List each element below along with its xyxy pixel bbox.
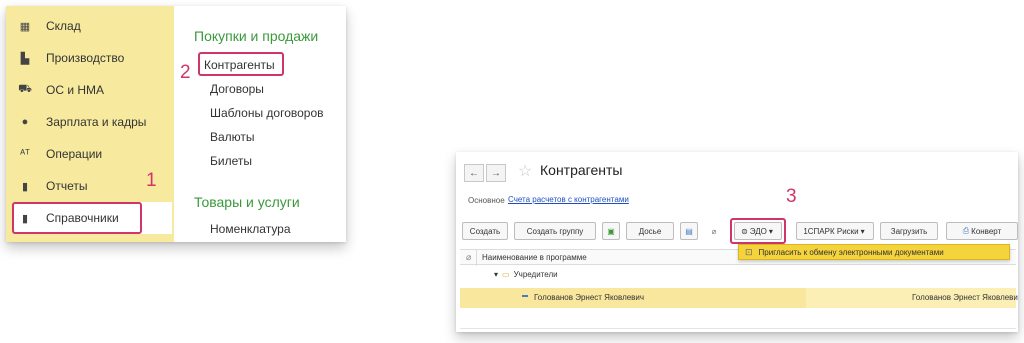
spark-risks-button-label: 1СПАРК Риски <box>803 226 859 236</box>
sidebar-item-label: Производство <box>46 51 125 65</box>
load-button-label: Загрузить <box>890 226 928 236</box>
sidebar-item-operations[interactable]: ᴬᵀ Операции <box>18 142 168 166</box>
tab-settlement-accounts[interactable]: Счета расчетов с контрагентами <box>508 195 629 204</box>
table-group-row[interactable]: ▾ ▭ Учредители <box>494 270 558 279</box>
person-icon: ● <box>21 116 29 128</box>
group-row-label: Учредители <box>513 270 558 279</box>
dropdown-item-label: Пригласить к обмену электронными докумен… <box>758 247 944 257</box>
sidebar-item-label: ОС и НМА <box>46 83 105 97</box>
printer-icon: ⎙ <box>962 226 970 235</box>
operations-icon: ᴬᵀ <box>20 148 30 160</box>
edo-dropdown-item-invite[interactable]: ⊡ Пригласить к обмену электронными докум… <box>738 244 1010 260</box>
create-button-label: Создать <box>469 226 501 236</box>
sidebar-item-label: Операции <box>46 147 103 161</box>
link-nomenclature[interactable]: Номенклатура <box>210 222 291 236</box>
group-title-purchases: Покупки и продажи <box>194 28 319 44</box>
column-header-name[interactable]: Наименование в программе <box>482 253 587 262</box>
favorite-star-icon[interactable]: ☆ <box>518 161 532 181</box>
warehouse-icon: ▦ <box>19 20 31 33</box>
expand-triangle-icon: ▾ <box>494 270 499 279</box>
row-full-name: Голованов Эрнест Яковлеви <box>912 293 1018 302</box>
counterparties-form: ← → ☆ Контрагенты Основное Счета расчето… <box>456 152 1018 332</box>
sidebar-item-production[interactable]: ▙ Производство <box>18 46 168 70</box>
edo-highlight-frame <box>730 218 786 244</box>
step-marker-3: 3 <box>786 186 797 207</box>
table-row[interactable]: Голованов Эрнест Яковлевич Голованов Эрн… <box>460 288 1018 308</box>
sidebar-item-label: Зарплата и кадры <box>46 115 147 129</box>
sidebar-item-fixed-assets[interactable]: ⛟ ОС и НМА <box>18 78 168 102</box>
column-divider <box>476 250 477 266</box>
attachment-column-icon: ⌀ <box>466 252 472 262</box>
create-group-button[interactable]: Создать группу <box>514 222 596 240</box>
truck-icon: ⛟ <box>18 83 32 95</box>
spark-risks-button[interactable]: 1СПАРК Риски ▾ <box>796 222 874 240</box>
back-button[interactable]: ← <box>464 164 484 182</box>
forward-button[interactable]: → <box>486 164 506 182</box>
group-title-goods: Товары и услуги <box>194 194 300 210</box>
page-title: Контрагенты <box>540 162 623 178</box>
sidebar-item-label: Отчеты <box>46 179 88 193</box>
create-group-button-label: Создать группу <box>526 226 584 236</box>
bar-chart-icon: ▮ <box>21 180 29 193</box>
report-button[interactable]: ▤ <box>680 222 698 240</box>
folder-icon: ▭ <box>502 270 510 279</box>
link-contracts[interactable]: Договоры <box>210 82 264 96</box>
item-marker-icon <box>522 295 528 297</box>
dossier-button[interactable]: Досье <box>626 222 674 240</box>
copy-button[interactable]: ▣ <box>602 222 620 240</box>
attach-button[interactable]: ⌀ <box>704 222 724 240</box>
copy-icon: ▣ <box>607 226 615 236</box>
section-submenu: Покупки и продажи 2 Контрагенты Договоры… <box>174 6 346 242</box>
dossier-button-label: Досье <box>638 226 662 236</box>
chevron-down-icon: ▾ <box>860 226 865 236</box>
sidebar-item-warehouse[interactable]: ▦ Склад <box>18 14 168 38</box>
sidebar-item-label: Склад <box>46 19 81 33</box>
step-marker-1: 1 <box>146 170 157 191</box>
directories-highlight-frame <box>12 202 142 234</box>
paperclip-icon: ⌀ <box>711 226 717 236</box>
link-currencies[interactable]: Валюты <box>210 130 255 144</box>
tab-main[interactable]: Основное <box>468 196 505 205</box>
arrow-right-icon: → <box>491 167 501 179</box>
link-contract-templates[interactable]: Шаблоны договоров <box>210 106 324 120</box>
row-name: Голованов Эрнест Яковлевич <box>534 293 645 302</box>
load-button[interactable]: Загрузить <box>880 222 938 240</box>
step-marker-2: 2 <box>180 62 191 83</box>
invite-icon: ⊡ <box>745 246 753 257</box>
report-icon: ▤ <box>685 226 693 236</box>
sidebar-item-salary[interactable]: ● Зарплата и кадры <box>18 110 168 134</box>
sections-sidebar: ▦ Склад ▙ Производство ⛟ ОС и НМА ● Зарп… <box>6 6 174 242</box>
envelope-button[interactable]: ⎙ Конверт <box>946 222 1018 240</box>
arrow-left-icon: ← <box>469 167 479 179</box>
factory-icon: ▙ <box>20 52 30 65</box>
create-button[interactable]: Создать <box>462 222 508 240</box>
link-tickets[interactable]: Билеты <box>210 154 252 168</box>
envelope-button-label: Конверт <box>971 226 1002 236</box>
link-counterparties[interactable]: Контрагенты <box>204 58 275 72</box>
table-bottom-border <box>460 328 1016 329</box>
sections-menu-panel: ▦ Склад ▙ Производство ⛟ ОС и НМА ● Зарп… <box>6 6 346 242</box>
